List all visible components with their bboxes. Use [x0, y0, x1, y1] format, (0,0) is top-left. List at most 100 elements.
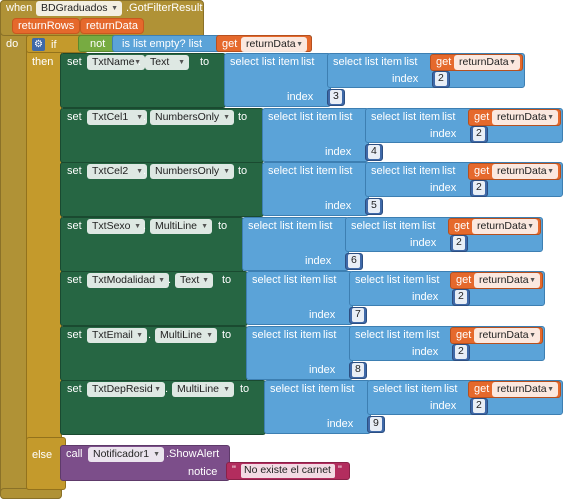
outer-index-value[interactable]: 6	[348, 254, 360, 268]
property-dropdown[interactable]: MultiLine ▼	[150, 219, 212, 234]
get-label: get	[456, 329, 472, 341]
outer-index-value[interactable]: 7	[352, 308, 364, 322]
chevron-down-icon: ▼	[223, 168, 230, 175]
property-dropdown[interactable]: Text ▼	[145, 55, 189, 70]
component-dropdown[interactable]: TxtSexo ▼	[87, 219, 145, 234]
chevron-down-icon: ▼	[529, 332, 536, 339]
variable-dropdown[interactable]: returnData ▼	[492, 110, 558, 125]
to-label: to	[218, 220, 228, 232]
inner-index-value[interactable]: 2	[473, 127, 485, 141]
get-label: get	[474, 165, 490, 177]
index-number: 2	[458, 345, 464, 357]
index-label: index	[430, 182, 457, 194]
list-label: list	[442, 111, 456, 123]
list-label: list	[404, 56, 418, 68]
select-list-item-label: select list item	[351, 220, 421, 232]
inner-index-value[interactable]: 2	[473, 181, 485, 195]
variable-dropdown[interactable]: returnData ▼	[472, 219, 538, 234]
index-label: index	[412, 291, 439, 303]
component-dropdown[interactable]: TxtName ▼	[87, 55, 145, 70]
variable-dropdown[interactable]: returnData ▼	[474, 328, 540, 343]
outer-index-value[interactable]: 3	[330, 90, 342, 104]
outer-index-value[interactable]: 8	[352, 363, 364, 377]
chevron-down-icon: ▼	[201, 223, 208, 230]
set-label: set	[67, 56, 82, 68]
set-label: set	[67, 383, 82, 395]
get-label: get	[454, 220, 470, 232]
index-number: 2	[476, 127, 482, 139]
inner-index-value[interactable]: 2	[435, 72, 447, 86]
list-label: list	[339, 111, 353, 123]
index-number: 7	[355, 308, 361, 320]
inner-index-value[interactable]: 2	[453, 236, 465, 250]
to-label: to	[238, 165, 248, 177]
variable-name: returnData	[497, 383, 547, 395]
component-dropdown[interactable]: TxtCel1 ▼	[87, 110, 147, 125]
property-name: MultiLine	[160, 329, 203, 341]
component-dropdown[interactable]: TxtEmail ▼	[87, 328, 147, 343]
property-name: Text	[180, 274, 200, 286]
component-dropdown-bdgraduados[interactable]: BDGraduados ▼	[36, 1, 122, 16]
outer-index-value[interactable]: 4	[368, 145, 380, 159]
property-dropdown[interactable]: MultiLine ▼	[155, 328, 217, 343]
select-list-item-label: select list item	[248, 220, 318, 232]
index-number: 2	[458, 290, 464, 302]
list-label: list	[339, 165, 353, 177]
property-dropdown[interactable]: MultiLine ▼	[172, 382, 234, 397]
property-name: MultiLine	[177, 383, 220, 395]
list-label: list	[442, 165, 456, 177]
param-return-rows[interactable]: returnRows	[12, 18, 81, 34]
list-label: list	[426, 274, 440, 286]
list-label: list	[444, 383, 458, 395]
set-label: set	[67, 274, 82, 286]
call-label: call	[66, 448, 83, 460]
if-then-else-block[interactable]	[26, 35, 62, 490]
component-dropdown[interactable]: TxtCel2 ▼	[87, 164, 147, 179]
set-label: set	[67, 111, 82, 123]
notificador-dropdown[interactable]: Notificador1 ▼	[88, 447, 164, 462]
dot-separator: .	[165, 383, 169, 395]
when-label: when	[6, 2, 33, 14]
variable-dropdown[interactable]: returnData ▼	[454, 55, 520, 70]
component-dropdown[interactable]: TxtModalidad ▼	[87, 273, 169, 288]
variable-name: returnData	[497, 111, 547, 123]
select-list-item-label: select list item	[355, 274, 425, 286]
component-name: Notificador1	[93, 448, 150, 460]
chevron-down-icon: ▼	[111, 5, 118, 12]
param-return-data[interactable]: returnData	[80, 18, 144, 34]
index-number: 2	[456, 236, 462, 248]
variable-name: returnData	[477, 220, 527, 232]
outer-index-value[interactable]: 5	[368, 199, 380, 213]
inner-index-value[interactable]: 2	[455, 345, 467, 359]
param-label: returnRows	[18, 20, 75, 32]
property-dropdown[interactable]: NumbersOnly ▼	[150, 110, 234, 125]
property-name: Text	[150, 56, 170, 68]
gear-icon[interactable]: ⚙	[32, 38, 45, 51]
variable-dropdown[interactable]: returnData ▼	[492, 164, 558, 179]
inner-index-value[interactable]: 2	[455, 290, 467, 304]
variable-name: returnData	[459, 56, 509, 68]
dot-separator: .	[148, 329, 152, 341]
variable-name: returnData	[479, 274, 529, 286]
variable-name: returnData	[479, 329, 529, 341]
chevron-down-icon: ▼	[136, 332, 143, 339]
open-quote: "	[232, 464, 236, 476]
inner-index-value[interactable]: 2	[473, 399, 485, 413]
get-label: get	[222, 38, 238, 50]
alert-text-value[interactable]: No existe el carnet	[241, 464, 335, 478]
variable-dropdown[interactable]: returnData ▼	[492, 382, 558, 397]
index-label: index	[309, 364, 336, 376]
variable-dropdown[interactable]: returnData ▼	[241, 37, 307, 52]
chevron-down-icon: ▼	[154, 386, 161, 393]
variable-dropdown[interactable]: returnData ▼	[474, 273, 540, 288]
property-dropdown[interactable]: NumbersOnly ▼	[150, 164, 234, 179]
outer-index-value[interactable]: 9	[370, 417, 382, 431]
alert-text: No existe el carnet	[244, 464, 331, 476]
get-label: get	[436, 56, 452, 68]
index-number: 9	[373, 417, 379, 429]
index-label: index	[430, 400, 457, 412]
component-dropdown[interactable]: TxtDepResid ▼	[87, 382, 165, 397]
index-number: 2	[476, 181, 482, 193]
set-label: set	[67, 220, 82, 232]
property-dropdown[interactable]: Text ▼	[175, 273, 213, 288]
